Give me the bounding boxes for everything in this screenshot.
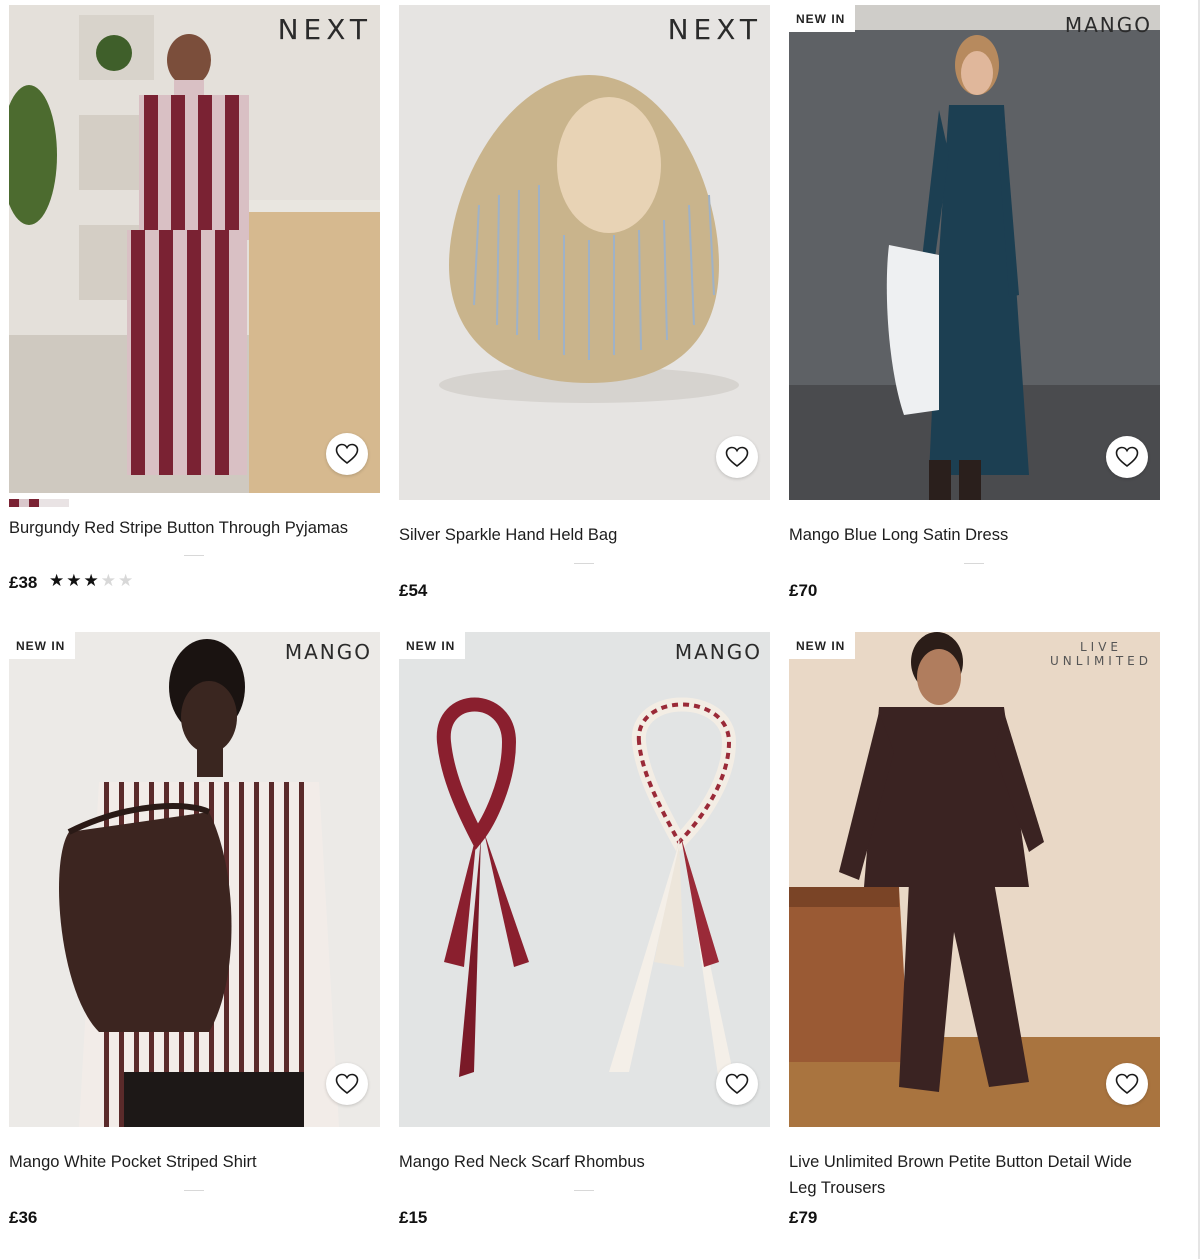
product-price: £79 — [789, 1208, 818, 1227]
product-grid: NEXT Burgundy Red Stripe Button Through … — [0, 0, 1200, 1259]
product-price: £70 — [789, 581, 818, 600]
star-icon: ★ — [100, 571, 118, 590]
star-icon: ★ — [66, 571, 84, 590]
star-icon: ★ — [118, 571, 136, 590]
divider — [964, 563, 984, 564]
heart-outline-icon — [1115, 1073, 1139, 1095]
heart-outline-icon — [1115, 446, 1139, 468]
new-in-badge: NEW IN — [9, 632, 76, 659]
heart-outline-icon — [725, 446, 749, 468]
favourite-button[interactable] — [716, 436, 758, 478]
new-in-badge: NEW IN — [789, 5, 856, 32]
scarf-photo — [399, 632, 770, 1127]
heart-outline-icon — [335, 1073, 359, 1095]
product-image[interactable]: NEXT — [399, 5, 770, 500]
favourite-button[interactable] — [326, 1063, 368, 1105]
brand-logo: MANGO — [284, 640, 372, 664]
divider — [574, 563, 594, 564]
product-image[interactable]: NEW IN MANGO — [789, 5, 1160, 500]
product-price: £54 — [399, 581, 428, 600]
product-price: £38 — [9, 573, 38, 592]
product-title[interactable]: Silver Sparkle Hand Held Bag — [399, 522, 770, 548]
favourite-button[interactable] — [1106, 436, 1148, 478]
divider — [184, 555, 204, 556]
shirt-photo — [9, 632, 380, 1127]
product-image[interactable]: NEW IN MANGO — [399, 632, 770, 1127]
product-title[interactable]: Mango Red Neck Scarf Rhombus — [399, 1149, 770, 1175]
favourite-button[interactable] — [1106, 1063, 1148, 1105]
brand-logo: NEXT — [277, 13, 372, 46]
star-icon: ★ — [49, 571, 67, 590]
heart-outline-icon — [725, 1073, 749, 1095]
brand-logo: LIVE UNLIMITED — [1050, 640, 1152, 668]
product-card[interactable]: NEW IN LIVE UNLIMITED Live Unlimited Bro… — [789, 632, 1160, 1232]
new-in-badge: NEW IN — [789, 632, 856, 659]
product-price: £36 — [9, 1208, 38, 1227]
divider — [574, 1190, 594, 1191]
star-icon: ★ — [83, 571, 101, 590]
product-title[interactable]: Mango White Pocket Striped Shirt — [9, 1149, 380, 1175]
trousers-photo — [789, 632, 1160, 1127]
favourite-button[interactable] — [716, 1063, 758, 1105]
brand-logo-line: LIVE — [1079, 640, 1122, 654]
rating-stars: ★★★★★ — [49, 571, 135, 591]
product-card[interactable]: NEXT Silver Sparkle Hand Held Bag £54 — [399, 5, 770, 605]
bag-photo — [399, 5, 770, 500]
favourite-button[interactable] — [326, 433, 368, 475]
brand-logo: NEXT — [667, 13, 762, 46]
brand-logo: MANGO — [674, 640, 762, 664]
pyjamas-photo — [9, 5, 380, 493]
divider — [184, 1190, 204, 1191]
product-title[interactable]: Live Unlimited Brown Petite Button Detai… — [789, 1149, 1154, 1201]
product-image[interactable]: NEXT — [9, 5, 380, 493]
product-card[interactable]: NEW IN MANGO Mango White Pocket Striped … — [9, 632, 380, 1232]
product-card[interactable]: NEXT Burgundy Red Stripe Button Through … — [9, 5, 380, 605]
product-card[interactable]: NEW IN MANGO Mango Red Neck Scarf Rhombu… — [399, 632, 770, 1232]
brand-logo-line: UNLIMITED — [1049, 654, 1152, 668]
product-image[interactable]: NEW IN MANGO — [9, 632, 380, 1127]
brand-logo: MANGO — [1064, 13, 1152, 37]
product-image[interactable]: NEW IN LIVE UNLIMITED — [789, 632, 1160, 1127]
heart-outline-icon — [335, 443, 359, 465]
colour-swatch[interactable] — [9, 499, 69, 507]
product-price: £15 — [399, 1208, 428, 1227]
new-in-badge: NEW IN — [399, 632, 466, 659]
product-card[interactable]: NEW IN MANGO Mango Blue Long Satin Dress… — [789, 5, 1160, 605]
product-title[interactable]: Mango Blue Long Satin Dress — [789, 522, 1160, 548]
product-title[interactable]: Burgundy Red Stripe Button Through Pyjam… — [9, 515, 380, 541]
dress-photo — [789, 5, 1160, 500]
